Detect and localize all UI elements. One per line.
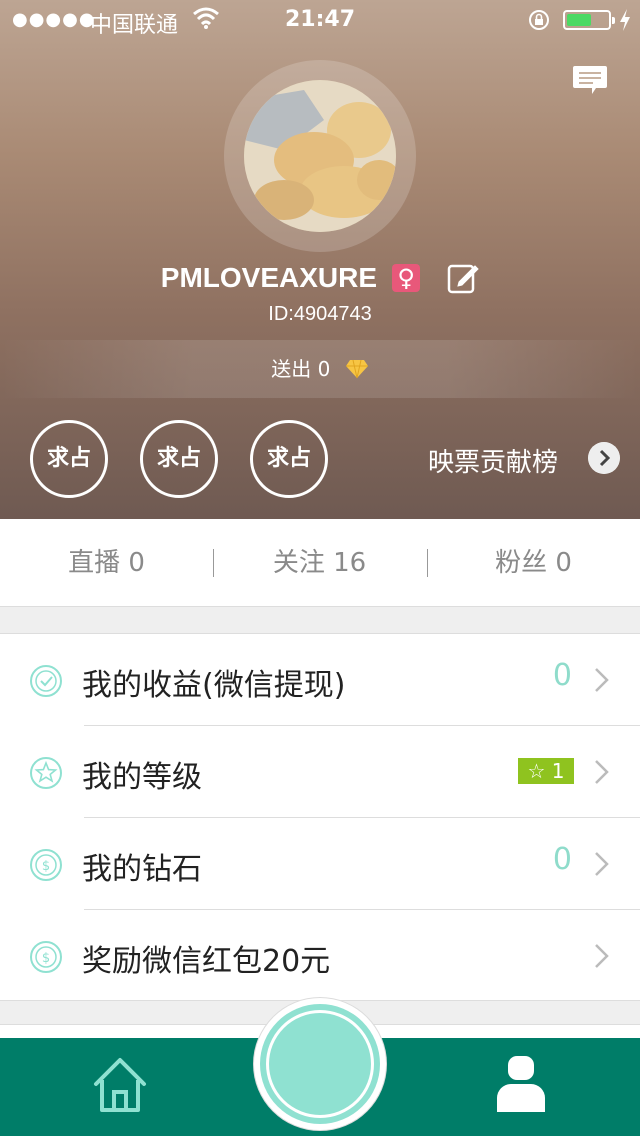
menu-earnings[interactable]: 我的收益(微信提现) 0	[0, 634, 640, 726]
stat-live[interactable]: 直播 0	[0, 519, 213, 607]
rotation-lock-icon	[529, 10, 549, 30]
menu-wechat-reward[interactable]: $ 奖励微信红包20元	[0, 910, 640, 1002]
start-live-button[interactable]	[266, 1010, 374, 1118]
level-value: 1	[551, 759, 565, 783]
battery-fill	[567, 14, 592, 26]
diamond-icon	[345, 359, 368, 378]
menu-label: 我的钻石	[82, 852, 202, 887]
menu-label: 我的收益(微信提现)	[82, 668, 346, 703]
menu-label: 我的等级	[82, 760, 202, 795]
chevron-right-icon[interactable]	[588, 442, 620, 474]
username: PMLOVEAXURE	[160, 262, 378, 293]
user-id: ID:4904743	[268, 303, 372, 325]
menu-diamonds[interactable]: $ 我的钻石 0	[0, 818, 640, 910]
chevron-right-icon	[595, 668, 609, 692]
check-circle-icon	[30, 665, 62, 697]
svg-text:$: $	[42, 859, 50, 874]
star-icon: ☆	[527, 759, 546, 783]
charging-bolt-icon	[620, 9, 630, 31]
star-circle-icon	[30, 757, 62, 789]
contribution-label[interactable]: 映票贡献榜	[428, 442, 558, 479]
username-row: PMLOVEAXURE ♀	[0, 262, 640, 302]
gender-female-icon: ♀	[392, 264, 421, 292]
sent-count-label: 送出 0	[271, 357, 331, 381]
sent-diamonds-bar[interactable]: 送出 0	[0, 340, 640, 398]
avatar-image	[244, 80, 396, 232]
edit-icon[interactable]	[447, 262, 479, 294]
stat-following[interactable]: 关注 16	[213, 519, 426, 607]
level-badge: ☆ 1	[518, 758, 574, 784]
stats-bar: 直播 0 关注 16 粉丝 0	[0, 519, 640, 607]
stat-fans[interactable]: 粉丝 0	[427, 519, 640, 607]
profile-header: ●●●●● 中国联通 21:47 PMLOVEAXURE ♀ ID:490474…	[0, 0, 640, 519]
menu-value: 0	[552, 658, 572, 693]
message-icon[interactable]	[572, 64, 608, 96]
contribution-ranking[interactable]: 求占 求占 求占 映票贡献榜	[30, 420, 630, 498]
rank-badge-2[interactable]: 求占	[140, 420, 218, 498]
svg-text:$: $	[42, 951, 50, 966]
user-profile-icon[interactable]	[497, 1056, 545, 1112]
coin-circle-icon: $	[30, 849, 62, 881]
rank-badge-3[interactable]: 求占	[250, 420, 328, 498]
coin-circle-icon: $	[30, 941, 62, 973]
status-bar: ●●●●● 中国联通 21:47	[0, 0, 640, 40]
menu-level[interactable]: 我的等级 ☆ 1	[0, 726, 640, 818]
menu-label: 奖励微信红包20元	[82, 944, 331, 979]
menu-list: 我的收益(微信提现) 0 我的等级 ☆ 1 $ 我的钻石 0 $ 奖励微信红包2…	[0, 633, 640, 1001]
chevron-right-icon	[595, 852, 609, 876]
avatar[interactable]	[244, 80, 396, 232]
battery-icon	[563, 10, 615, 30]
menu-value: 0	[552, 842, 572, 877]
rank-badge-1[interactable]: 求占	[30, 420, 108, 498]
chevron-right-icon	[595, 944, 609, 968]
chevron-right-icon	[595, 760, 609, 784]
home-icon[interactable]	[92, 1056, 148, 1114]
